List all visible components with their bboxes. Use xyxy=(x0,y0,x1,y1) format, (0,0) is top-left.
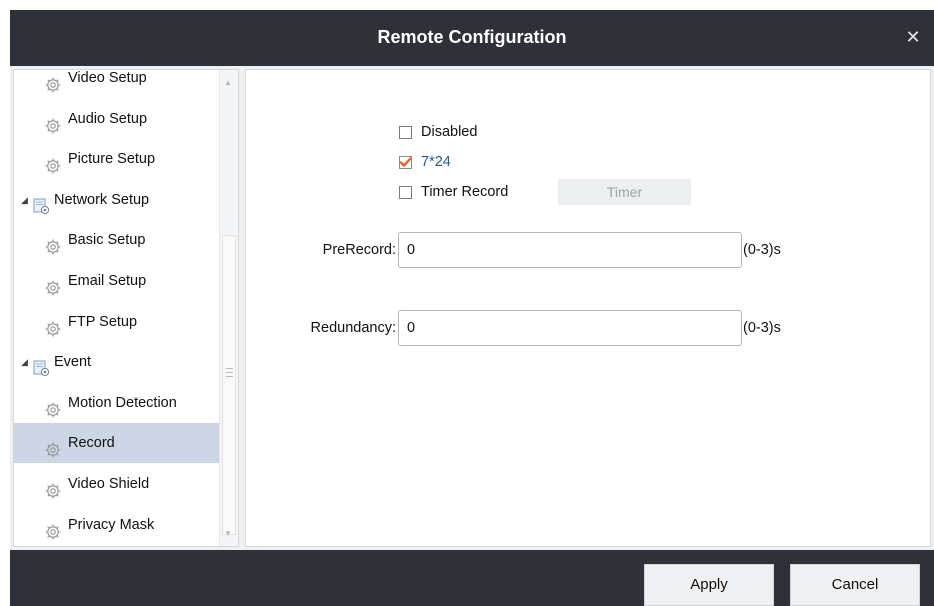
tree-item-label: Video Setup xyxy=(68,70,147,86)
tree-item-record[interactable]: Record xyxy=(14,423,219,464)
tree-item-ftp-setup[interactable]: FTP Setup xyxy=(14,302,219,342)
expand-arrow-icon[interactable]: ◢ xyxy=(21,342,28,382)
check-mark-icon xyxy=(399,157,412,167)
tree-item-picture-setup[interactable]: Picture Setup xyxy=(14,139,219,179)
tree-item-label: Motion Detection xyxy=(68,394,177,411)
gear-icon xyxy=(44,476,62,499)
gear-icon xyxy=(44,111,62,134)
dialog-body: Video Setup Audio Setup Picture Setup ◢ Netw… xyxy=(10,66,934,550)
record-settings-panel: Disabled 7*24 Timer Record Timer PreReco… xyxy=(245,69,931,547)
tree-item-motion-detection[interactable]: Motion Detection xyxy=(14,383,219,423)
scroll-grip-icon xyxy=(226,368,233,380)
tree-item-label: Event xyxy=(54,354,92,371)
option-timer-record-label: Timer Record xyxy=(421,184,509,200)
checkbox-7x24[interactable] xyxy=(399,156,412,169)
redundancy-input[interactable] xyxy=(398,310,742,346)
close-button[interactable]: ✕ xyxy=(902,26,924,48)
tree-item-label: Audio Setup xyxy=(68,110,148,127)
cancel-button[interactable]: Cancel xyxy=(790,564,920,606)
tree-item-label: FTP Setup xyxy=(68,313,138,330)
folder-settings-icon xyxy=(32,353,50,377)
checkbox-disabled[interactable] xyxy=(399,126,412,139)
tree-item-label: Network Setup xyxy=(54,191,150,208)
scroll-thumb[interactable] xyxy=(222,235,236,535)
dialog-footer: Apply Cancel xyxy=(10,550,934,606)
tree-item-label: Video Shield xyxy=(68,476,150,492)
tree-item-video-shield[interactable]: Video Shield xyxy=(14,464,219,504)
scroll-down-arrow-icon[interactable]: ▼ xyxy=(224,529,232,538)
redundancy-label: Redundancy: xyxy=(310,320,396,336)
tree-item-video-setup[interactable]: Video Setup xyxy=(14,70,219,98)
gear-icon xyxy=(44,70,62,93)
prerecord-label: PreRecord: xyxy=(322,242,396,258)
tree-item-audio-setup[interactable]: Audio Setup xyxy=(14,99,219,139)
expand-arrow-icon[interactable]: ◢ xyxy=(21,180,28,220)
tree-item-label: Privacy Mask xyxy=(68,516,155,533)
scroll-up-arrow-icon[interactable]: ▲ xyxy=(224,78,232,87)
gear-icon xyxy=(44,517,62,540)
settings-tree: Video Setup Audio Setup Picture Setup ◢ Netw… xyxy=(13,69,239,547)
option-disabled-label: Disabled xyxy=(421,124,478,140)
tree-item-label: Picture Setup xyxy=(68,151,156,168)
tree-item-basic-setup[interactable]: Basic Setup xyxy=(14,220,219,260)
gear-icon xyxy=(44,151,62,174)
tree-item-privacy-mask[interactable]: Privacy Mask xyxy=(14,505,219,545)
redundancy-unit: (0-3)s xyxy=(743,320,781,336)
tree-scrollbar[interactable]: ▲ ▼ xyxy=(219,70,238,546)
gear-icon xyxy=(44,395,62,418)
tree-item-email-setup[interactable]: Email Setup xyxy=(14,261,219,301)
option-7x24-label: 7*24 xyxy=(421,154,451,170)
title-bar[interactable]: Remote Configuration ✕ xyxy=(10,10,934,66)
window-title: Remote Configuration xyxy=(377,27,567,47)
checkbox-timer-record[interactable] xyxy=(399,186,412,199)
tree-item-label: Basic Setup xyxy=(68,232,146,249)
apply-button[interactable]: Apply xyxy=(644,564,774,606)
tree-item-label: Email Setup xyxy=(68,273,147,289)
gear-icon xyxy=(44,435,62,458)
close-icon: ✕ xyxy=(905,27,921,47)
tree-item-network-setup[interactable]: ◢ Network Setup xyxy=(14,180,219,220)
prerecord-input[interactable] xyxy=(398,232,742,268)
gear-icon xyxy=(44,273,62,296)
gear-icon xyxy=(44,232,62,255)
remote-configuration-window: Remote Configuration ✕ Video Setup Audio … xyxy=(10,10,934,606)
timer-button[interactable]: Timer xyxy=(558,179,691,205)
gear-icon xyxy=(44,314,62,337)
prerecord-unit: (0-3)s xyxy=(743,242,781,258)
folder-settings-icon xyxy=(32,191,50,214)
tree-item-event[interactable]: ◢ Event xyxy=(14,342,219,382)
tree-item-label: Record xyxy=(68,435,115,452)
